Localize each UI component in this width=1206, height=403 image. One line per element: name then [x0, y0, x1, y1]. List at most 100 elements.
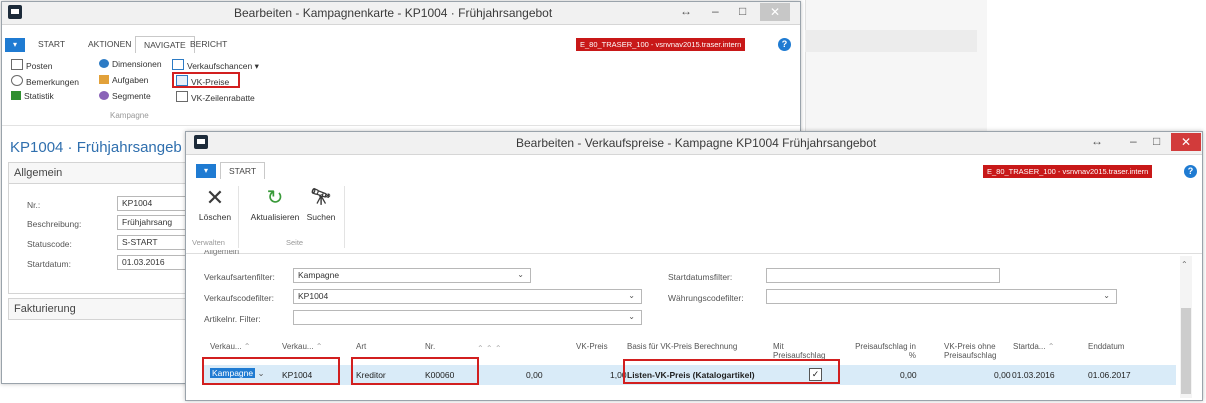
col-enddatum[interactable]: Enddatum: [1088, 342, 1124, 351]
dimensions-icon: [99, 59, 109, 68]
delete-x-icon: ✕: [205, 185, 225, 210]
col-vk-ohne[interactable]: VK-Preis ohne Preisaufschlag: [944, 342, 1008, 360]
chevron-down-icon: ⌄: [628, 312, 635, 321]
col-basis[interactable]: Basis für VK-Preis Berechnung: [627, 342, 737, 351]
chevron-down-icon: ⌄: [628, 291, 635, 300]
sales-prices-title: Bearbeiten - Verkaufspreise - Kampagne K…: [516, 136, 877, 150]
sales-prices-titlebar: Bearbeiten - Verkaufspreise - Kampagne K…: [186, 132, 1202, 155]
vertical-scrollbar[interactable]: ⌃: [1180, 256, 1192, 398]
campaign-card-titlebar: Bearbeiten - Kampagnenkarte - KP1004 · F…: [2, 2, 800, 25]
group-divider: [344, 186, 345, 248]
dimensionen-button[interactable]: Dimensionen: [99, 59, 162, 69]
nav-logo-icon: [194, 135, 208, 149]
group-divider: [238, 186, 239, 248]
maximize-button[interactable]: □: [1153, 134, 1160, 148]
maximize-button[interactable]: □: [739, 4, 746, 18]
suchen-label: Suchen: [306, 212, 336, 222]
startdatumsfilter-field[interactable]: [766, 268, 1000, 283]
sort-icon: ⌃: [313, 342, 323, 351]
nav-logo-icon: [8, 5, 22, 19]
col-sort-icons: ⌃ ⌃ ⌃: [477, 344, 502, 353]
sort-icon: ⌃: [1045, 342, 1055, 351]
verkaufscodefilter-value: KP1004: [298, 291, 329, 301]
row-startdatum[interactable]: 01.03.2016: [1012, 370, 1055, 380]
line-discount-icon: [176, 91, 188, 102]
startdatum-field[interactable]: 01.03.2016: [117, 255, 187, 270]
tab-start[interactable]: START: [38, 39, 65, 49]
artikelnr-filter-field[interactable]: ⌄: [293, 310, 642, 325]
background-app-panel: [805, 0, 987, 140]
restore-arrows-icon[interactable]: ↔: [680, 4, 692, 18]
tab-aktionen[interactable]: AKTIONEN: [88, 39, 131, 49]
section-allgemein-header: Allgemein: [9, 163, 185, 184]
col-nr[interactable]: Nr.: [425, 342, 435, 351]
col-verkaufsart[interactable]: Verkau... ⌃: [210, 342, 251, 351]
tasks-icon: [99, 75, 109, 84]
tab-start[interactable]: START: [220, 162, 266, 179]
tab-navigate[interactable]: NAVIGATE: [135, 36, 195, 53]
tab-bericht[interactable]: BERICHT: [190, 39, 227, 49]
col-preisaufschlag[interactable]: Preisaufschlag in %: [854, 342, 916, 360]
loeschen-button[interactable]: ✕ Löschen: [198, 185, 232, 223]
front-ribbon: ✕ Löschen ↻ Aktualisieren 🔭︎ Suchen Verw…: [186, 180, 1202, 254]
section-allgemein-title: Allgemein: [14, 167, 63, 179]
server-badge: E_80_TRASER_100 - vsnvnav2015.traser.int…: [576, 38, 746, 51]
waehrungscodefilter-field[interactable]: ⌄: [766, 289, 1117, 304]
bemerkungen-button[interactable]: Bemerkungen: [11, 75, 79, 87]
section-allgemein: Allgemein Nr.: KP1004 Beschreibung: Früh…: [8, 162, 187, 294]
refresh-icon: ↻: [266, 187, 284, 209]
group-verwalten-label: Verwalten: [192, 238, 225, 247]
suchen-button[interactable]: 🔭︎ Suchen: [303, 186, 339, 222]
highlight-art-nr: [351, 357, 479, 385]
statistik-button[interactable]: Statistik: [11, 91, 54, 101]
vk-zeilenrabatte-button[interactable]: VK-Zeilenrabatte: [176, 91, 255, 103]
app-menu-button[interactable]: ▾: [5, 38, 25, 52]
help-icon[interactable]: ?: [1184, 165, 1197, 178]
verkaufsartenfilter-field[interactable]: Kampagne ⌄: [293, 268, 531, 283]
row-enddatum[interactable]: 01.06.2017: [1088, 370, 1131, 380]
help-icon[interactable]: ?: [778, 38, 791, 51]
binoculars-icon: 🔭︎: [310, 189, 332, 206]
aktualisieren-label: Aktualisieren: [250, 212, 300, 222]
ribbon-group-kampagne: Kampagne: [110, 111, 149, 120]
nr-label: Nr.:: [27, 200, 41, 210]
startdatumsfilter-label: Startdatumsfilter:: [668, 272, 733, 282]
campaign-card-title: Bearbeiten - Kampagnenkarte - KP1004 · F…: [234, 6, 553, 20]
posten-button[interactable]: Posten: [11, 59, 52, 71]
aufgaben-button[interactable]: Aufgaben: [99, 75, 148, 85]
col-art[interactable]: Art: [356, 342, 366, 351]
row-preisaufschlag[interactable]: 0,00: [900, 370, 917, 380]
col-vk-preis[interactable]: VK-Preis: [576, 342, 608, 351]
section-fakturierung[interactable]: Fakturierung: [8, 298, 186, 320]
segmente-button[interactable]: Segmente: [99, 91, 151, 101]
verkaufschancen-button[interactable]: Verkaufschancen ▾: [172, 59, 259, 72]
statuscode-field[interactable]: S-START: [117, 235, 187, 250]
minimize-button[interactable]: –: [712, 4, 719, 18]
app-menu-button[interactable]: ▾: [196, 164, 216, 178]
nr-field[interactable]: KP1004: [117, 196, 187, 211]
restore-arrows-icon[interactable]: ↔: [1091, 134, 1103, 148]
back-ribbon: Posten Bemerkungen Statistik Dimensionen…: [2, 54, 800, 126]
card-title: KP1004 · Frühjahrsangeb: [10, 139, 182, 156]
sort-icon: ⌃: [241, 342, 251, 351]
opportunities-icon: [172, 59, 184, 70]
minimize-button[interactable]: –: [1130, 134, 1137, 148]
scrollbar-thumb[interactable]: [1181, 308, 1191, 394]
scroll-up-icon[interactable]: ⌃: [1181, 260, 1188, 269]
sales-prices-window: Bearbeiten - Verkaufspreise - Kampagne K…: [185, 131, 1203, 401]
section-heading: Allgemein: [204, 250, 240, 256]
col-startdatum[interactable]: Startda... ⌃: [1013, 342, 1054, 351]
loeschen-label: Löschen: [198, 212, 232, 222]
col-mit-preisaufschlag[interactable]: Mit Preisaufschlag: [773, 342, 825, 360]
statistics-icon: [11, 91, 21, 100]
verkaufscodefilter-field[interactable]: KP1004 ⌄: [293, 289, 642, 304]
server-badge: E_80_TRASER_100 - vsnvnav2015.traser.int…: [983, 165, 1153, 178]
beschreibung-field[interactable]: Frühjahrsang: [117, 215, 187, 230]
col-verkaufscode[interactable]: Verkau... ⌃: [282, 342, 323, 351]
aktualisieren-button[interactable]: ↻ Aktualisieren: [248, 186, 302, 222]
close-button[interactable]: ✕: [760, 3, 790, 21]
beschreibung-label: Beschreibung:: [27, 219, 82, 229]
chevron-down-icon: ⌄: [517, 270, 524, 279]
close-button[interactable]: ✕: [1171, 133, 1201, 151]
row-vk-ohne[interactable]: 0,00: [994, 370, 1011, 380]
